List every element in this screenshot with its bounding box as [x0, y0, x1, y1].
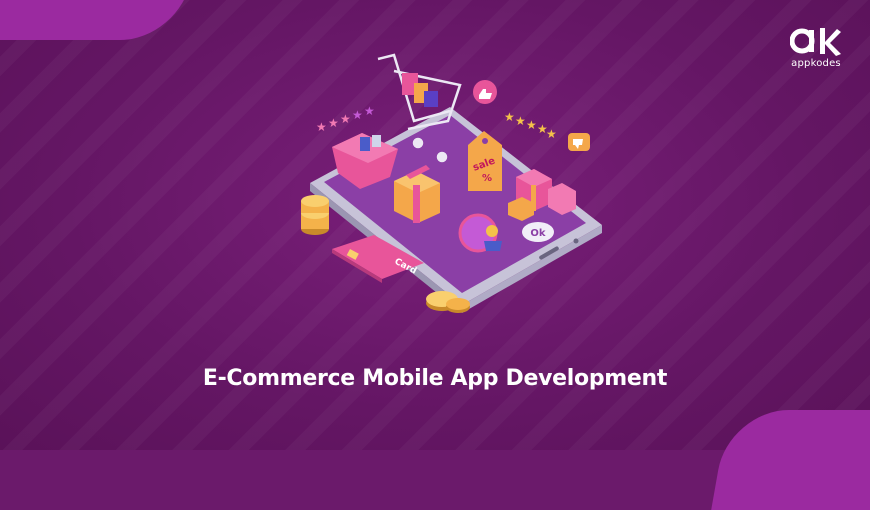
star-rating-gold-icon: ★ ★ ★ ★ ★: [504, 110, 557, 141]
svg-text:★: ★: [352, 108, 363, 122]
ok-badge: Ok: [522, 222, 554, 242]
svg-text:★: ★: [515, 114, 526, 128]
page-title: E-Commerce Mobile App Development: [202, 366, 668, 391]
like-icon: [473, 80, 497, 104]
svg-text:★: ★: [504, 110, 515, 124]
sale-tag-symbol: %: [482, 173, 492, 184]
brand-logo[interactable]: appkodes: [786, 26, 846, 69]
ok-badge-label: Ok: [530, 228, 546, 239]
dislike-icon: [568, 133, 590, 151]
svg-text:★: ★: [364, 104, 375, 118]
svg-text:★: ★: [526, 118, 537, 132]
svg-text:★: ★: [316, 120, 327, 134]
svg-text:★: ★: [340, 112, 351, 126]
coin-stack-icon: [301, 195, 329, 235]
svg-text:★: ★: [328, 116, 339, 130]
ecommerce-illustration: ★ ★ ★ ★ ★ ★ ★ ★ ★ ★ sale % Ok Card: [301, 53, 602, 313]
svg-text:★: ★: [546, 127, 557, 141]
appkodes-logo-icon: [790, 28, 841, 56]
star-rating-icon: ★ ★ ★ ★ ★: [316, 104, 375, 134]
logo-text: appkodes: [791, 58, 841, 69]
